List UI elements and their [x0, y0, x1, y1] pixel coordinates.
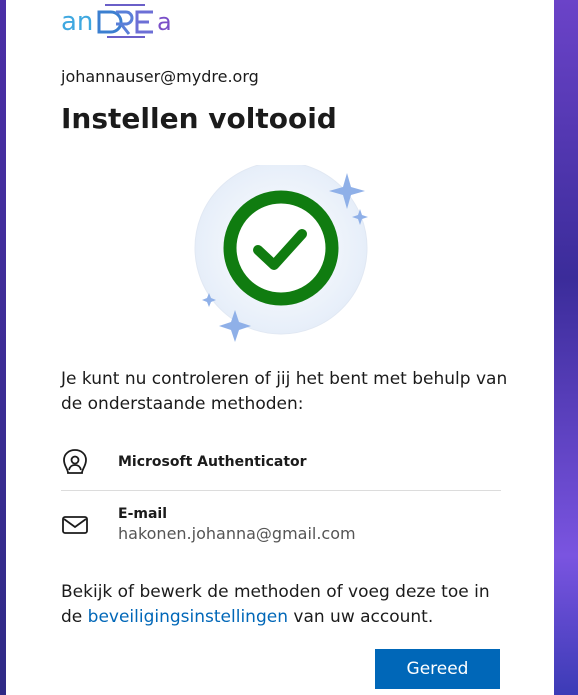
account-email: johannauser@mydre.org [61, 67, 259, 86]
footer-text-after: van uw account. [287, 607, 434, 627]
method-authenticator: Microsoft Authenticator [61, 448, 501, 476]
page-title: Instellen voltooid [61, 102, 337, 135]
footer-text: Bekijk of bewerk de methoden of voeg dez… [61, 580, 511, 630]
setup-card: an a johannauser@mydre.org Instellen vol… [6, 0, 554, 695]
mail-icon [61, 511, 89, 539]
svg-text:a: a [157, 8, 172, 36]
method-email: E-mail hakonen.johanna@gmail.com [61, 506, 501, 543]
success-illustration [191, 161, 371, 345]
background-right [554, 0, 578, 695]
brand-logo: an a [61, 0, 201, 40]
method-detail: hakonen.johanna@gmail.com [118, 524, 356, 543]
divider [61, 490, 501, 491]
description: Je kunt nu controleren of jij het bent m… [61, 369, 508, 414]
authenticator-icon [61, 448, 89, 476]
security-settings-link[interactable]: beveiligingsinstellingen [88, 607, 288, 627]
method-name: Microsoft Authenticator [118, 454, 307, 470]
done-button[interactable]: Gereed [375, 649, 500, 689]
svg-text:an: an [61, 7, 93, 37]
method-name: E-mail [118, 506, 168, 522]
